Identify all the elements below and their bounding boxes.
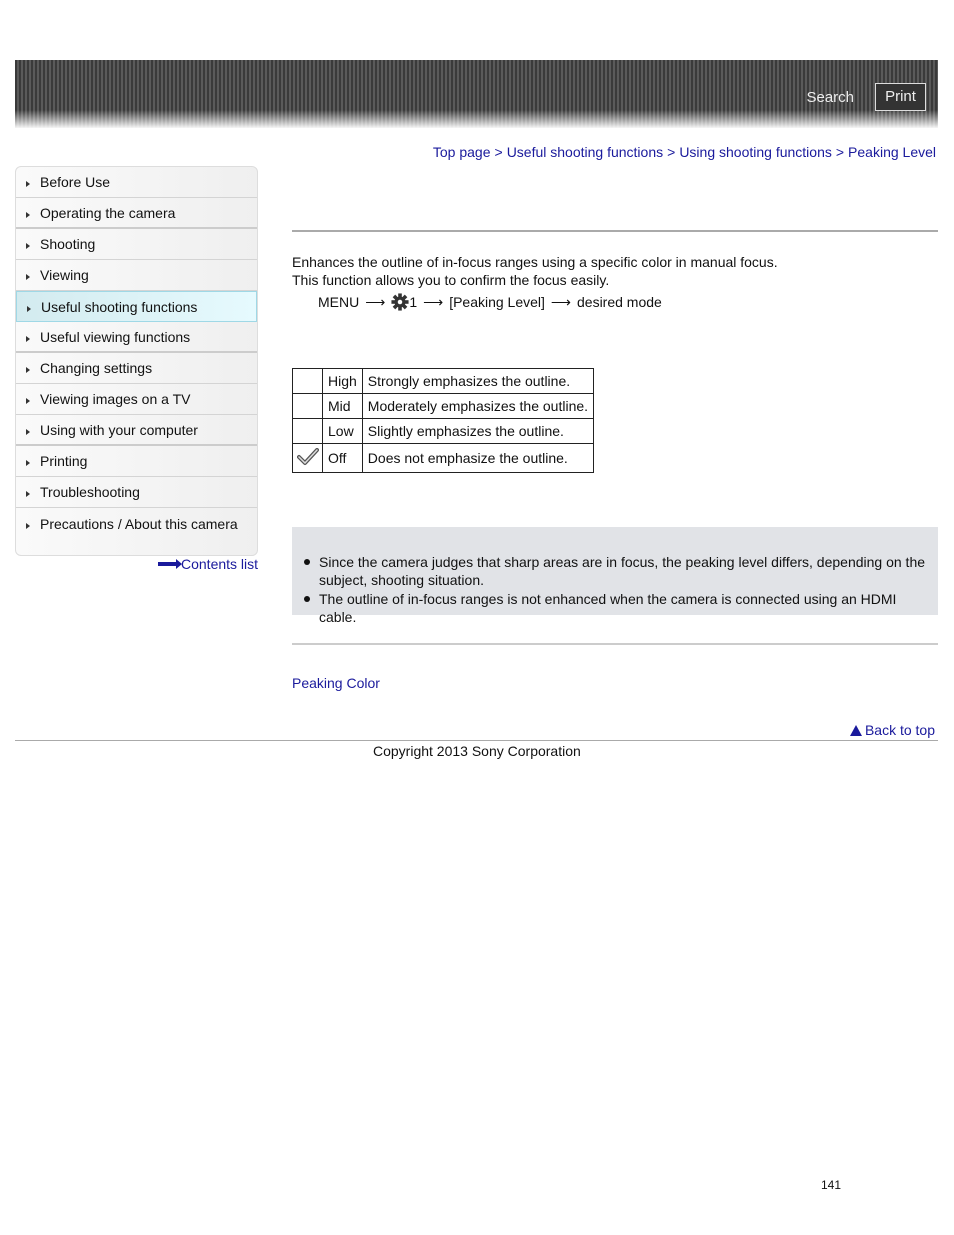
triangle-right-icon (26, 491, 30, 497)
settings-tab: 1 (391, 293, 417, 311)
related-link-peaking-color[interactable]: Peaking Color (292, 675, 380, 691)
triangle-right-icon (26, 243, 30, 249)
triangle-right-icon (26, 274, 30, 280)
sidebar-item-label: Viewing images on a TV (40, 391, 191, 407)
footer-divider (15, 740, 938, 741)
title-divider (292, 230, 938, 232)
default-cell (292, 443, 323, 473)
note-item: The outline of in-focus ranges is not en… (304, 590, 929, 626)
sidebar-item-useful-viewing-functions[interactable]: Useful viewing functions (16, 322, 257, 353)
header-bar: Search Print (15, 60, 938, 128)
gear-icon (391, 293, 409, 311)
related-divider (292, 643, 938, 645)
checkmark-icon (296, 447, 319, 465)
back-to-top-label[interactable]: Back to top (865, 722, 935, 738)
triangle-right-icon (26, 367, 30, 373)
mode-name: Low (322, 418, 363, 444)
triangle-right-icon (26, 398, 30, 404)
sidebar-item-before-use[interactable]: Before Use (16, 167, 257, 198)
intro-line: Enhances the outline of in-focus ranges … (292, 254, 778, 270)
arrow-right-icon: ⟶ (365, 293, 386, 310)
page-number: 141 (821, 1178, 842, 1192)
sidebar-item-label: Troubleshooting (40, 484, 140, 500)
table-row: Off Does not emphasize the outline. (292, 443, 595, 473)
triangle-right-icon (26, 181, 30, 187)
print-button[interactable]: Print (875, 83, 926, 111)
sidebar-bottom-padding (16, 539, 257, 555)
breadcrumb-useful-shooting-functions[interactable]: Useful shooting functions (507, 144, 663, 160)
copyright: Copyright 2013 Sony Corporation (373, 743, 581, 759)
notes-box: Since the camera judges that sharp areas… (292, 527, 938, 625)
contents-list-label[interactable]: Contents list (181, 556, 258, 572)
triangle-right-icon (26, 211, 30, 218)
sidebar-item-label: Useful shooting functions (41, 298, 198, 315)
triangle-right-icon (26, 335, 30, 342)
mode-description: Moderately emphasizes the outline. (361, 393, 595, 419)
triangle-right-icon (27, 305, 31, 312)
default-cell (292, 418, 323, 444)
menu-final-label: desired mode (577, 294, 662, 310)
notes-list: Since the camera judges that sharp areas… (304, 553, 929, 627)
note-item: Since the camera judges that sharp areas… (304, 553, 929, 589)
intro-line: This function allows you to confirm the … (292, 272, 610, 288)
breadcrumb-top-page[interactable]: Top page (433, 144, 491, 160)
sidebar-item-label: Changing settings (40, 360, 153, 376)
back-to-top-link[interactable]: Back to top (849, 722, 935, 738)
menu-path: MENU ⟶ 1 ⟶ [Peaking Level] ⟶ desired mod… (318, 293, 662, 311)
breadcrumb-separator: > (494, 144, 503, 160)
sidebar-item-label: Printing (40, 453, 88, 469)
breadcrumb-separator: > (667, 144, 676, 160)
triangle-right-icon (26, 460, 30, 466)
sidebar-item-label: Shooting (40, 236, 96, 252)
breadcrumb: Top page > Useful shooting functions > Using… (433, 144, 936, 160)
sidebar-item-label: Viewing (40, 267, 89, 283)
mode-description: Does not emphasize the outline. (361, 443, 595, 473)
mode-name: Mid (322, 393, 363, 419)
arrow-right-icon: ⟶ (423, 293, 444, 310)
triangle-up-icon (849, 724, 862, 736)
mode-description: Strongly emphasizes the outline. (361, 368, 595, 394)
sidebar-item-operating-the-camera[interactable]: Operating the camera (16, 198, 257, 229)
sidebar-item-label: Before Use (40, 174, 111, 190)
intro-text: Enhances the outline of in-focus ranges … (292, 253, 778, 289)
sidebar-item-troubleshooting[interactable]: Troubleshooting (16, 477, 257, 508)
sidebar-item-shooting[interactable]: Shooting (16, 229, 257, 260)
sidebar-item-using-with-computer[interactable]: Using with your computer (16, 415, 257, 446)
mode-name: Off (322, 443, 363, 473)
sidebar-item-label: Using with your computer (40, 421, 198, 438)
search-link[interactable]: Search (806, 89, 854, 106)
sidebar-item-viewing[interactable]: Viewing (16, 260, 257, 291)
sidebar-item-precautions[interactable]: Precautions / About this camera (16, 508, 257, 539)
arrow-right-icon (158, 559, 182, 569)
sidebar-item-useful-shooting-functions[interactable]: Useful shooting functions (16, 291, 257, 322)
sidebar-item-changing-settings[interactable]: Changing settings (16, 353, 257, 384)
contents-list-link[interactable]: Contents list (158, 556, 258, 572)
table-row: High Strongly emphasizes the outline. (292, 368, 595, 394)
sidebar-item-viewing-images-on-tv[interactable]: Viewing images on a TV (16, 384, 257, 415)
default-cell (292, 368, 323, 394)
table-row: Mid Moderately emphasizes the outline. (292, 393, 595, 419)
menu-item-label: [Peaking Level] (449, 294, 545, 310)
menu-label: MENU (318, 294, 360, 310)
modes-table: High Strongly emphasizes the outline. Mi… (292, 368, 595, 473)
sidebar-item-label: Precautions / About this camera (40, 515, 238, 532)
mode-name: High (322, 368, 363, 394)
default-cell (292, 393, 323, 419)
sidebar-item-printing[interactable]: Printing (16, 446, 257, 477)
triangle-right-icon (26, 428, 30, 435)
table-row: Low Slightly emphasizes the outline. (292, 418, 595, 444)
sidebar-nav: Before Use Operating the camera Shooting… (15, 166, 258, 556)
sidebar-item-label: Useful viewing functions (40, 328, 191, 345)
arrow-right-icon: ⟶ (550, 293, 571, 310)
breadcrumb-separator: > (835, 144, 845, 160)
breadcrumb-using-shooting-functions[interactable]: Using shooting functions (679, 144, 832, 160)
settings-tab-number: 1 (409, 294, 418, 310)
sidebar-item-label: Operating the camera (40, 204, 176, 221)
breadcrumb-peaking-level[interactable]: Peaking Level (848, 144, 936, 160)
triangle-right-icon (26, 522, 30, 529)
mode-description: Slightly emphasizes the outline. (361, 418, 595, 444)
